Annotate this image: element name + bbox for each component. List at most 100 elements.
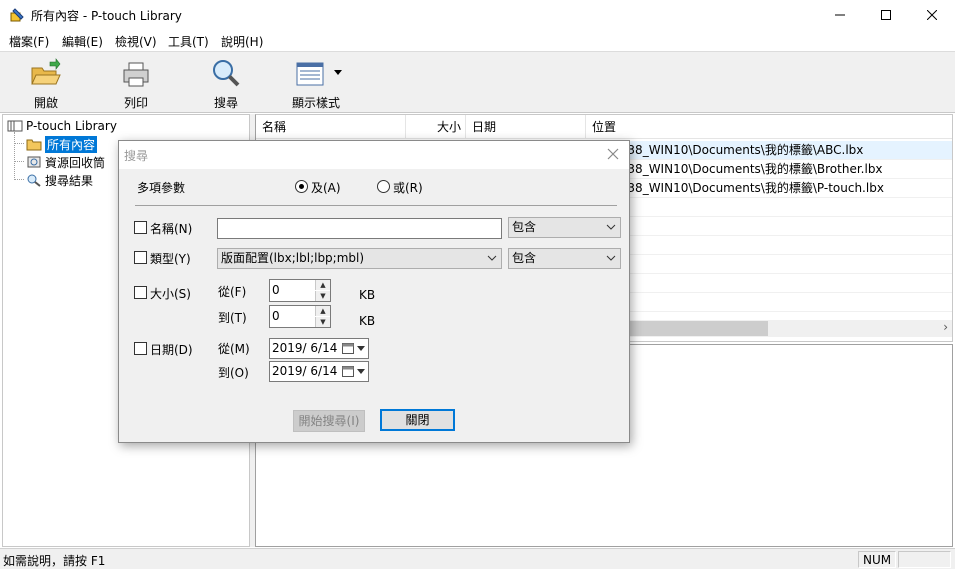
chevron-down-icon[interactable] [357, 346, 365, 351]
dialog-title-bar: 搜尋 [119, 141, 629, 169]
chevron-down-icon[interactable] [357, 369, 365, 374]
name-condition-select[interactable]: 包含 [508, 217, 621, 238]
col-location[interactable]: 位置 [586, 115, 952, 139]
type-condition-value: 包含 [512, 251, 537, 265]
minimize-icon [835, 14, 845, 16]
title-bar: 所有內容 - P-touch Library [0, 0, 955, 30]
status-cell-empty [898, 551, 951, 568]
tree-item-all[interactable]: 所有內容 [26, 135, 98, 153]
magnifier-icon [213, 60, 240, 87]
size-checkbox[interactable] [134, 286, 147, 299]
type-checkbox[interactable] [134, 251, 147, 264]
num-lock-indicator: NUM [858, 551, 896, 568]
chevron-down-icon [487, 255, 497, 261]
menu-bar: 檔案(F) 編輯(E) 檢視(V) 工具(T) 說明(H) [0, 30, 955, 51]
list-header: 名稱 大小 日期 位置 [256, 115, 952, 139]
folder-icon [26, 139, 42, 151]
date-checkbox[interactable] [134, 342, 147, 355]
minimize-button[interactable] [817, 0, 863, 30]
p-touch-app-icon [10, 8, 24, 22]
open-button[interactable]: 開啟 [16, 56, 76, 110]
dialog-title: 搜尋 [124, 149, 149, 163]
tree-label-all: 所有內容 [45, 135, 98, 153]
folder-open-icon [31, 58, 61, 85]
tree-label-results: 搜尋結果 [45, 173, 94, 188]
scroll-right-icon[interactable]: › [943, 320, 948, 334]
print-label: 列印 [123, 96, 148, 110]
date-label[interactable]: 日期(D) [150, 341, 193, 358]
type-label[interactable]: 類型(Y) [150, 250, 191, 267]
library-icon [7, 120, 23, 132]
date-from-picker[interactable]: 2019/ 6/14 [269, 338, 369, 359]
name-input[interactable] [217, 218, 502, 239]
maximize-icon [881, 10, 891, 20]
name-condition-value: 包含 [512, 220, 537, 234]
size-label[interactable]: 大小(S) [150, 285, 191, 302]
type-select[interactable]: 版面配置(lbx;lbl;lbp;mbl) [217, 248, 502, 269]
row-location: rs\VM138_WIN10\Documents\我的標籤\P-touch.lb… [586, 181, 884, 195]
status-help-text: 如需說明，請按 F1 [3, 554, 106, 568]
size-from-label: 從(F) [218, 285, 247, 299]
spin-up-icon[interactable]: ▲ [315, 280, 330, 290]
toolbar: 開啟 列印 搜尋 顯示樣式 [0, 51, 955, 113]
spin-up-icon[interactable]: ▲ [315, 306, 330, 316]
size-from-unit: KB [359, 288, 376, 302]
chevron-down-icon [606, 255, 616, 261]
search-dialog: 搜尋 多項參數 及(A) 或(R) 名稱(N) 包含 類型(Y) 版面配置(lb… [118, 140, 630, 443]
chevron-down-icon [606, 224, 616, 230]
maximize-button[interactable] [863, 0, 909, 30]
view-style-label: 顯示樣式 [291, 96, 340, 110]
recycle-bin-icon [27, 156, 41, 168]
tree-label-recycle: 資源回收筒 [45, 155, 106, 170]
calendar-icon[interactable] [342, 342, 354, 354]
calendar-icon[interactable] [342, 365, 354, 377]
size-to-value: 0 [272, 309, 280, 323]
size-to-unit: KB [359, 314, 376, 328]
status-bar: 如需說明，請按 F1 NUM [0, 548, 955, 569]
size-from-spinner[interactable]: 0 ▲ ▼ [269, 279, 331, 302]
col-size[interactable]: 大小 [406, 115, 466, 139]
menu-tools[interactable]: 工具(T) [168, 33, 209, 50]
and-label[interactable]: 及(A) [311, 179, 341, 196]
dialog-close-icon[interactable] [605, 146, 621, 162]
close-button[interactable] [909, 0, 955, 30]
dialog-close-button[interactable]: 關閉 [380, 409, 455, 431]
type-condition-select[interactable]: 包含 [508, 248, 621, 269]
tree-item-root[interactable]: P-touch Library [7, 118, 117, 134]
tree-connector [14, 143, 24, 144]
start-search-button[interactable]: 開始搜尋(I) [293, 410, 365, 432]
size-to-label: 到(T) [218, 311, 247, 325]
spin-down-icon[interactable]: ▼ [315, 317, 330, 327]
tree-item-recycle[interactable]: 資源回收筒 [26, 154, 105, 170]
dropdown-arrow-icon[interactable] [334, 70, 342, 76]
tree-item-results[interactable]: 搜尋結果 [26, 172, 93, 188]
print-button[interactable]: 列印 [106, 56, 166, 110]
tree-connector [14, 161, 24, 162]
printer-icon [123, 62, 149, 87]
date-to-picker[interactable]: 2019/ 6/14 [269, 361, 369, 382]
type-value: 版面配置(lbx;lbl;lbp;mbl) [221, 251, 365, 265]
col-date[interactable]: 日期 [466, 115, 586, 139]
menu-view[interactable]: 檢視(V) [115, 33, 157, 50]
open-label: 開啟 [33, 96, 58, 110]
scrollbar-thumb[interactable] [628, 321, 768, 336]
menu-help[interactable]: 說明(H) [221, 33, 263, 50]
date-to-label: 到(O) [218, 366, 249, 380]
name-label[interactable]: 名稱(N) [150, 220, 192, 237]
spin-down-icon[interactable]: ▼ [315, 291, 330, 301]
tree-connector [14, 179, 24, 180]
col-name[interactable]: 名稱 [256, 115, 406, 139]
multi-param-label: 多項參數 [137, 181, 186, 195]
view-style-button[interactable]: 顯示樣式 [286, 56, 346, 110]
and-radio[interactable] [295, 180, 308, 193]
search-button[interactable]: 搜尋 [196, 56, 256, 110]
menu-edit[interactable]: 編輯(E) [62, 33, 103, 50]
or-radio[interactable] [377, 180, 390, 193]
size-from-value: 0 [272, 283, 280, 297]
or-label[interactable]: 或(R) [393, 179, 423, 196]
name-checkbox[interactable] [134, 221, 147, 234]
menu-file[interactable]: 檔案(F) [9, 33, 49, 50]
close-icon [927, 10, 937, 20]
row-location: rs\VM138_WIN10\Documents\我的標籤\Brother.lb… [586, 162, 883, 176]
size-to-spinner[interactable]: 0 ▲ ▼ [269, 305, 331, 328]
